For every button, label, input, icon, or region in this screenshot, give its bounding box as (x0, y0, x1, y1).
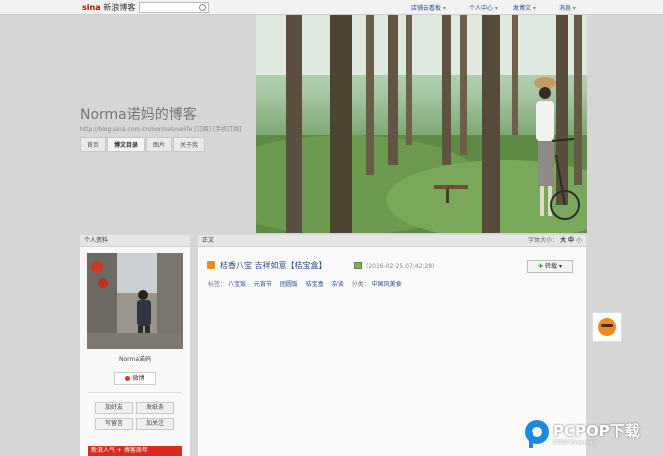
emoji-icon (598, 318, 616, 336)
sina-logo[interactable]: sina 新浪博客 (82, 2, 135, 13)
post-type-icon (207, 261, 215, 269)
tag-link[interactable]: 杂谈 (332, 281, 344, 288)
article-panel-title: 正文 字体大小： 大 中 小 (198, 235, 586, 247)
divider (88, 392, 182, 393)
tag-link[interactable]: 团圆饭 (280, 281, 298, 288)
profile-name[interactable]: Norma诺妈 (80, 354, 190, 363)
tag-link[interactable]: 八宝饭 (228, 281, 246, 288)
post-title[interactable]: 桔香八宝 吉祥如意【桔宝盒】 (220, 260, 327, 271)
chevron-down-icon: ▾ (441, 5, 446, 12)
nav-post-blog[interactable]: 发博文 ▾ (513, 3, 536, 12)
category-link[interactable]: 中国风美食 (372, 281, 402, 288)
blog-nav: 首页 博文目录 图片 关于我 (80, 137, 206, 152)
avatar[interactable] (87, 253, 183, 349)
repost-button[interactable]: ✚ 转载 ▾ (527, 260, 573, 273)
watermark: PCPOP下载 PCPOP Download (523, 414, 663, 454)
tab-home[interactable]: 首页 (80, 137, 107, 152)
nav-shop-dashboard[interactable]: 店铺云看板 ▾ (411, 3, 446, 12)
plus-icon: ✚ (538, 263, 544, 270)
font-size-medium[interactable]: 中 (568, 237, 574, 244)
chevron-down-icon: ▾ (558, 263, 562, 270)
forest-illustration (256, 15, 587, 233)
weibo-icon (125, 376, 131, 381)
blog-title: Norma诺妈的博客 (80, 107, 197, 123)
blog-url[interactable]: http://blog.sina.com.cn/normalovelife [订… (80, 124, 242, 133)
font-size-small[interactable]: 小 (576, 237, 582, 244)
weibo-button[interactable]: 微博 (114, 372, 156, 385)
send-note-button[interactable]: 发纸条 (136, 402, 174, 414)
avatar-photo (87, 253, 183, 349)
font-size-large[interactable]: 大 (560, 237, 566, 244)
profile-panel-title: 个人资料 (80, 235, 190, 247)
search-input[interactable] (139, 2, 209, 13)
write-message-button[interactable]: 写留言 (95, 418, 133, 430)
follow-button[interactable]: 加关注 (136, 418, 174, 430)
chevron-down-icon: ▾ (531, 5, 536, 12)
watermark-brand: PCPOP下载 (553, 422, 640, 440)
tab-about[interactable]: 关于我 (173, 137, 206, 152)
profile-panel: 个人资料 Norma诺妈 微博 加好友 发纸条 写留言 加关注 新浪人气 + 博… (80, 235, 190, 456)
add-friend-button[interactable]: 加好友 (95, 402, 133, 414)
tag-link[interactable]: 桔宝盒 (306, 281, 324, 288)
search-icon[interactable] (199, 4, 206, 11)
post-timestamp: (2016-02-25 07:42:28) (366, 263, 435, 270)
promo-banner[interactable]: 新浪人气 + 博客周年 (88, 446, 182, 456)
tab-photos[interactable]: 图片 (146, 137, 173, 152)
nav-messages[interactable]: 消息 ▾ (559, 3, 576, 12)
chevron-down-icon: ▾ (493, 5, 498, 12)
chevron-down-icon: ▾ (571, 5, 576, 12)
top-bar: sina 新浪博客 店铺云看板 ▾ 个人中心 ▾ 发博文 ▾ 消息 ▾ (0, 0, 663, 15)
header-photo (256, 15, 587, 233)
watermark-sub: PCPOP Download (553, 440, 596, 446)
floating-emoji-button[interactable] (592, 312, 622, 342)
post-tags: 标签： 八宝饭 元宵节 团圆饭 桔宝盒 杂谈 分类： 中国风美食 (208, 281, 402, 288)
font-size-control: 字体大小： 大 中 小 (528, 237, 582, 244)
image-icon (354, 262, 362, 269)
tab-post-list[interactable]: 博文目录 (107, 137, 146, 152)
nav-personal-center[interactable]: 个人中心 ▾ (469, 3, 498, 12)
tag-link[interactable]: 元宵节 (254, 281, 272, 288)
